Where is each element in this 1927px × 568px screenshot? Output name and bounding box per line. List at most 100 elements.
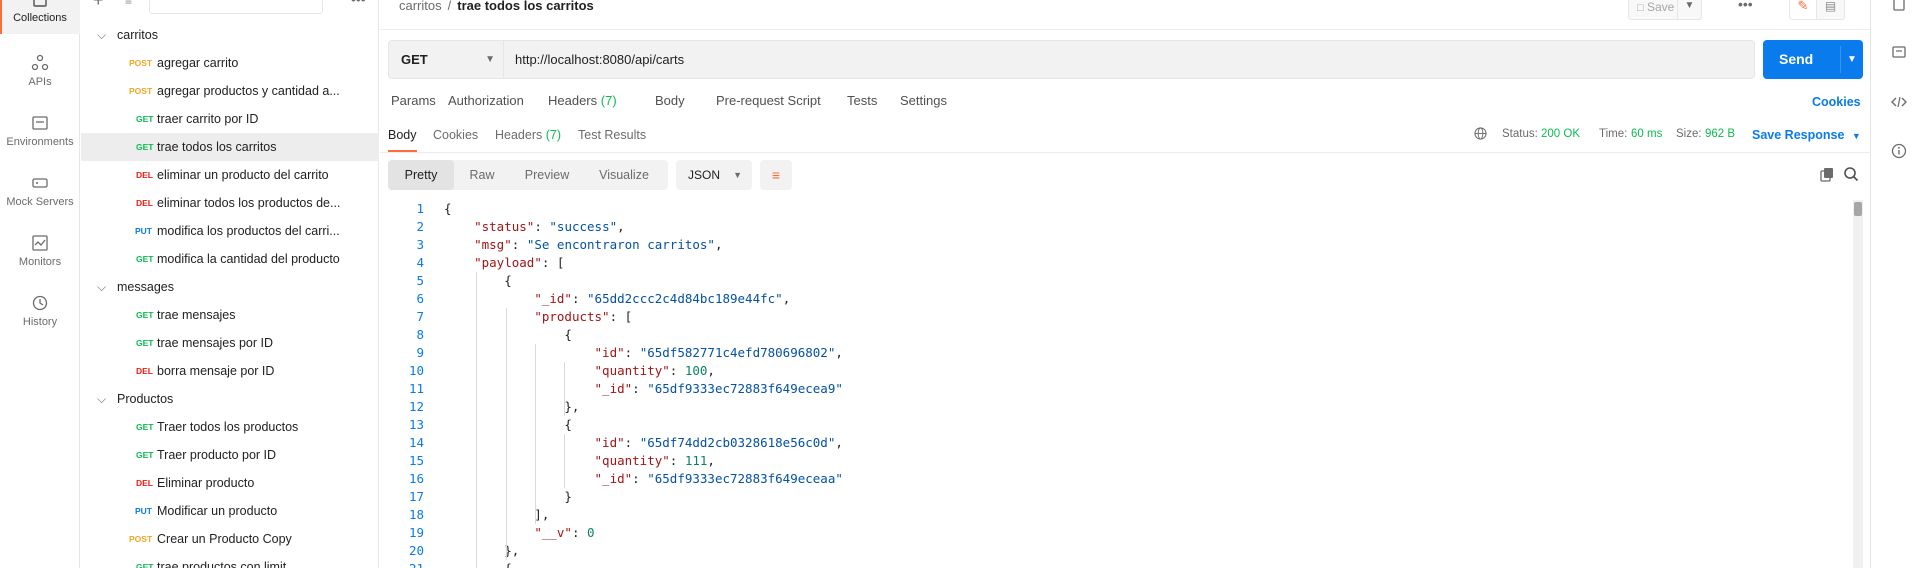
- folder-row[interactable]: ⌵ messages: [81, 273, 379, 301]
- request-row[interactable]: PUT modifica los productos del carri...: [81, 217, 379, 245]
- request-row[interactable]: GET trae mensajes por ID: [81, 329, 379, 357]
- code-line: 3 "msg": "Se encontraron carritos",: [380, 236, 1850, 254]
- view-raw[interactable]: Raw: [454, 160, 510, 190]
- status-value[interactable]: 200 OK: [1541, 128, 1580, 140]
- request-row[interactable]: DEL eliminar todos los productos de...: [81, 189, 379, 217]
- tab-label: Tests: [847, 93, 878, 108]
- request-row[interactable]: GET Traer producto por ID: [81, 441, 379, 469]
- filter-icon[interactable]: ≡: [125, 0, 132, 8]
- code-scrollbar[interactable]: [1853, 200, 1863, 568]
- code-icon[interactable]: [1891, 94, 1907, 110]
- request-row[interactable]: GET trae productos con limit: [81, 553, 379, 568]
- sidebar-search-input[interactable]: [149, 0, 323, 14]
- response-body-code[interactable]: 1{2 "status": "success", 3 "msg": "Se enc…: [380, 200, 1850, 568]
- scroll-thumb[interactable]: [1854, 202, 1862, 216]
- tab-body[interactable]: Body: [655, 93, 685, 108]
- chevron-down-icon: ▼: [1684, 0, 1695, 11]
- request-row[interactable]: POST Crear un Producto Copy: [81, 525, 379, 553]
- tab-settings[interactable]: Settings: [900, 93, 947, 108]
- cookies-link[interactable]: Cookies: [1812, 95, 1861, 109]
- request-row[interactable]: GET trae mensajes: [81, 301, 379, 329]
- code-line: 16 "_id": "65df9333ec72883f649eceaa": [380, 470, 1850, 488]
- request-row[interactable]: DEL eliminar un producto del carrito: [81, 161, 379, 189]
- rail-item-environments[interactable]: Environments: [0, 114, 80, 170]
- folder-name: carritos: [117, 28, 158, 42]
- request-row[interactable]: PUT Modificar un producto: [81, 497, 379, 525]
- view-visualize[interactable]: Visualize: [584, 160, 664, 190]
- request-row[interactable]: POST agregar carrito: [81, 49, 379, 77]
- tab-test-results[interactable]: Test Results: [578, 128, 646, 142]
- line-number: 5: [416, 273, 424, 288]
- edit-button[interactable]: ✎: [1789, 0, 1817, 20]
- documentation-icon[interactable]: [1891, 0, 1907, 16]
- size-value[interactable]: 962 B: [1705, 128, 1735, 140]
- search-icon[interactable]: [1843, 166, 1859, 182]
- code-line: 8 {: [380, 326, 1850, 344]
- tab-pre-request-script[interactable]: Pre-request Script: [716, 93, 821, 108]
- globe-icon[interactable]: [1474, 127, 1487, 140]
- request-row[interactable]: GET Traer todos los productos: [81, 413, 379, 441]
- time-value[interactable]: 60 ms: [1631, 128, 1662, 140]
- request-row[interactable]: DEL Eliminar producto: [81, 469, 379, 497]
- save-dropdown-button[interactable]: ▼: [1678, 0, 1702, 20]
- rail-item-history[interactable]: History: [0, 294, 80, 350]
- format-select[interactable]: JSON ▼: [676, 160, 752, 190]
- request-name: Crear un Producto Copy: [157, 532, 292, 546]
- code-line: 14 "id": "65df74dd2cb0328618e56c0d",: [380, 434, 1850, 452]
- method-badge: POST: [129, 86, 153, 96]
- request-row[interactable]: GET trae todos los carritos: [81, 133, 379, 161]
- breadcrumb-current[interactable]: trae todos los carritos: [457, 0, 594, 13]
- rail-label: Collections: [13, 12, 67, 24]
- chevron-down-icon[interactable]: ⌵: [97, 273, 106, 301]
- line-number: 2: [416, 219, 424, 234]
- folder-row[interactable]: ⌵ Productos: [81, 385, 379, 413]
- collections-sidebar: + ≡ ••• ⌵carritosPOSTagregar carritoPOST…: [81, 0, 379, 568]
- info-icon[interactable]: [1891, 143, 1907, 159]
- send-label: Send: [1779, 51, 1814, 67]
- rail-item-mock-servers[interactable]: Mock Servers: [0, 174, 80, 230]
- save-response-button[interactable]: Save Response ▼: [1752, 128, 1861, 142]
- tab-tests[interactable]: Tests: [847, 93, 877, 108]
- tab-params[interactable]: Params: [391, 93, 436, 108]
- request-name: eliminar todos los productos de...: [157, 196, 341, 210]
- rail-item-monitors[interactable]: Monitors: [0, 234, 80, 290]
- method-select[interactable]: GET ▼: [389, 41, 504, 78]
- comments-icon[interactable]: [1891, 45, 1907, 61]
- view-pretty[interactable]: Pretty: [388, 160, 454, 190]
- comments-button[interactable]: ▤: [1817, 0, 1845, 20]
- tab-headers[interactable]: Headers (7): [548, 93, 617, 108]
- rail-item-collections[interactable]: Collections: [0, 0, 80, 34]
- tab-response-headers[interactable]: Headers (7): [495, 128, 561, 142]
- line-content: "_id": "65df9333ec72883f649ecea9": [594, 381, 843, 396]
- copy-icon[interactable]: [1819, 166, 1835, 182]
- folder-row[interactable]: ⌵ carritos: [81, 21, 379, 49]
- breadcrumb-parent[interactable]: carritos: [399, 0, 442, 13]
- line-content: {: [444, 327, 572, 342]
- save-button[interactable]: □ Save: [1628, 0, 1678, 20]
- line-number: 4: [416, 255, 424, 270]
- request-row[interactable]: GET modifica la cantidad del producto: [81, 245, 379, 273]
- send-button[interactable]: Send ▼: [1763, 40, 1863, 79]
- more-icon[interactable]: •••: [351, 0, 366, 7]
- breadcrumb: carritos / trae todos los carritos: [399, 0, 594, 13]
- chevron-down-icon[interactable]: ▼: [1847, 40, 1857, 79]
- chevron-down-icon[interactable]: ⌵: [97, 385, 106, 413]
- rail-item-apis[interactable]: APIs: [0, 54, 80, 110]
- tab-response-cookies[interactable]: Cookies: [433, 128, 478, 142]
- wrap-lines-button[interactable]: ≡: [760, 160, 792, 190]
- tab-response-body[interactable]: Body: [388, 128, 417, 152]
- more-actions-icon[interactable]: •••: [1738, 0, 1753, 12]
- request-row[interactable]: POST agregar productos y cantidad a...: [81, 77, 379, 105]
- line-content: },: [444, 543, 520, 558]
- time-label: Time:: [1599, 128, 1628, 140]
- request-name: traer carrito por ID: [157, 112, 259, 126]
- request-row[interactable]: DEL borra mensaje por ID: [81, 357, 379, 385]
- view-preview[interactable]: Preview: [510, 160, 584, 190]
- request-row[interactable]: GET traer carrito por ID: [81, 105, 379, 133]
- add-icon[interactable]: +: [93, 0, 104, 11]
- method-badge: POST: [129, 534, 153, 544]
- chevron-down-icon[interactable]: ⌵: [97, 21, 106, 49]
- save-label: Save: [1647, 0, 1675, 14]
- url-input[interactable]: http://localhost:8080/api/carts: [515, 41, 684, 78]
- tab-authorization[interactable]: Authorization: [448, 93, 524, 108]
